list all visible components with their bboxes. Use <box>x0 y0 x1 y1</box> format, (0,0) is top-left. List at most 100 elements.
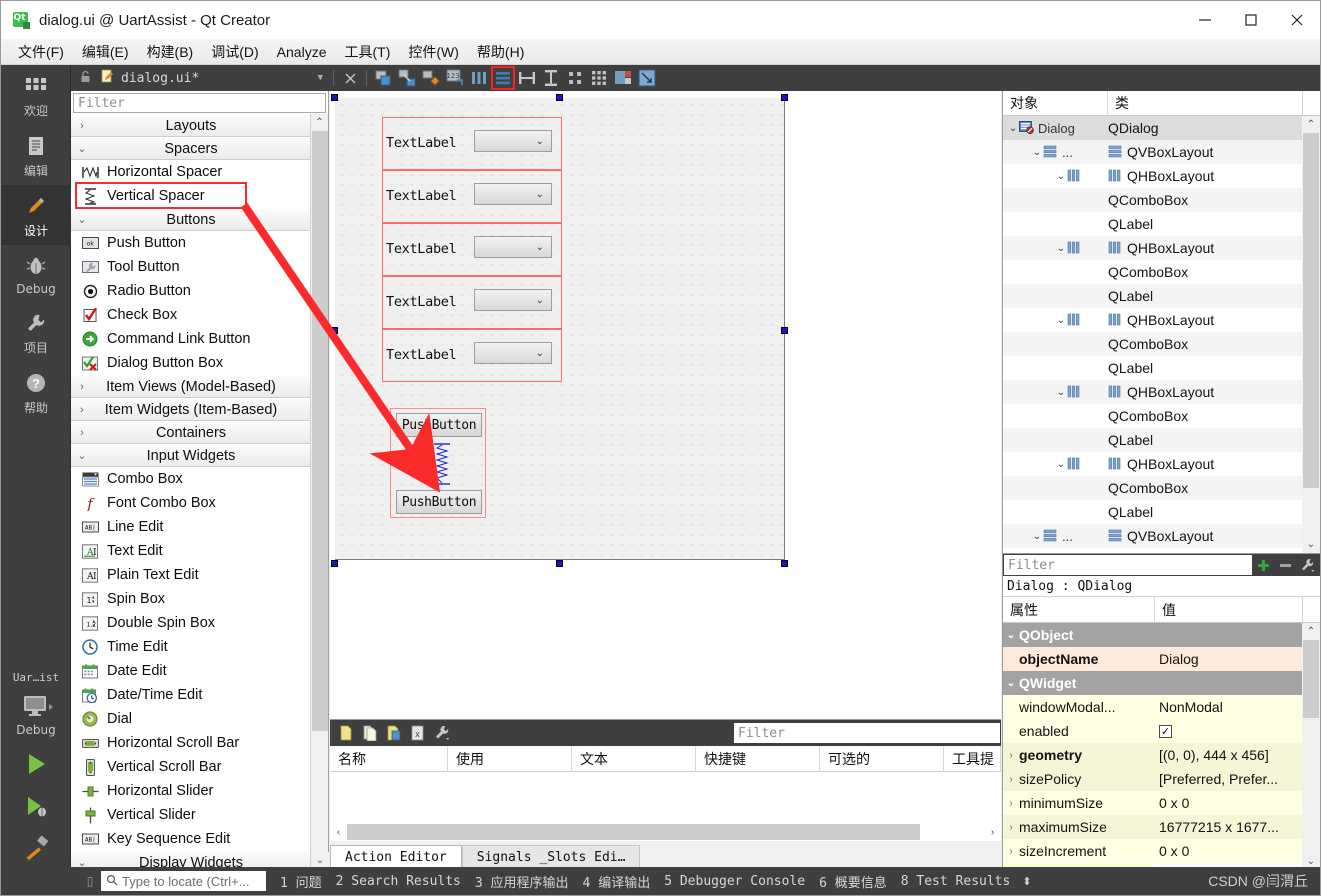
form-label-2[interactable]: TextLabel <box>386 188 457 204</box>
chevron-right-icon[interactable]: › <box>71 404 93 416</box>
column-header-text[interactable]: 文本 <box>572 746 696 771</box>
column-header-name[interactable]: 名称 <box>330 746 448 771</box>
property-row[interactable]: › geometry [(0, 0), 444 x 456] <box>1003 743 1303 767</box>
scroll-thumb[interactable] <box>312 131 328 731</box>
chevron-right-icon[interactable]: › <box>71 381 93 393</box>
scroll-thumb[interactable] <box>347 824 920 840</box>
form-label-4[interactable]: TextLabel <box>386 294 457 310</box>
layout-splitter-vertical-icon[interactable] <box>540 67 562 89</box>
widget-item-line-edit[interactable]: AB| Line Edit <box>71 515 311 539</box>
action-editor-filter-input[interactable]: Filter <box>734 723 1000 743</box>
status-entry-app-output[interactable]: 3 应用程序输出 <box>475 872 569 891</box>
form-row-3[interactable]: TextLabel ⌄ <box>382 223 562 276</box>
object-tree-row[interactable]: ⌄ QHBoxLayout <box>1003 380 1303 404</box>
column-header-shortcut[interactable]: 快捷键 <box>696 746 820 771</box>
chevron-right-icon[interactable]: › <box>1003 750 1019 761</box>
menu-widgets[interactable]: 控件(W) <box>399 39 468 65</box>
property-row[interactable]: › minimumSize 0 x 0 <box>1003 791 1303 815</box>
vertical-spacer-widget[interactable] <box>433 443 451 485</box>
chevron-down-icon[interactable]: ⌄ <box>1031 531 1043 542</box>
checkbox-checked[interactable]: ✓ <box>1159 724 1172 738</box>
chevron-right-icon[interactable]: › <box>71 120 93 132</box>
status-entry-test-results[interactable]: 8 Test Results <box>901 874 1011 889</box>
layout-vertically-icon[interactable] <box>491 66 515 90</box>
locator-input[interactable]: Type to locate (Ctrl+... <box>101 871 266 891</box>
object-inspector-tree[interactable]: ⌄ Dialog QDialog ⌄... QVBoxLayout ⌄ QHBoxLayou… <box>1003 116 1303 553</box>
object-tree-row[interactable]: ⌄... QVBoxLayout <box>1003 524 1303 548</box>
property-row[interactable]: › sizePolicy [Preferred, Prefer... <box>1003 767 1303 791</box>
widget-item-radio-button[interactable]: Radio Button <box>71 279 311 303</box>
object-tree-row[interactable]: ⌄ QHBoxLayout <box>1003 308 1303 332</box>
widget-item-font-combo-box[interactable]: f Font Combo Box <box>71 491 311 515</box>
property-row[interactable]: enabled ✓ <box>1003 719 1303 743</box>
chevron-down-icon[interactable]: ⌄ <box>1055 387 1067 398</box>
minus-icon[interactable] <box>1274 554 1296 576</box>
widget-item-dialog-button-box[interactable]: Dialog Button Box <box>71 351 311 375</box>
status-entry-search[interactable]: 2 Search Results <box>336 874 461 889</box>
maximize-button[interactable] <box>1228 1 1274 39</box>
status-entry-overview[interactable]: 6 概要信息 <box>819 872 887 891</box>
widget-group-buttons[interactable]: ⌄ Buttons <box>71 208 311 231</box>
widget-item-vertical-slider[interactable]: Vertical Slider <box>71 803 311 827</box>
object-tree-row[interactable]: ⌄ QHBoxLayout <box>1003 236 1303 260</box>
property-editor-filter-input[interactable]: Filter <box>1004 555 1252 575</box>
widget-item-vertical-spacer[interactable]: Vertical Spacer <box>71 184 311 208</box>
object-tree-row[interactable]: ⌄... QVBoxLayout <box>1003 140 1303 164</box>
status-entry-debugger[interactable]: 5 Debugger Console <box>664 874 805 889</box>
close-x-icon[interactable] <box>339 67 361 89</box>
widget-box-list[interactable]: › Layouts ⌄ Spacers Horizontal Spacer Vertica… <box>71 114 311 869</box>
object-tree-row[interactable]: ⌄ QHBoxLayout <box>1003 452 1303 476</box>
chevron-down-icon[interactable]: ⌄ <box>1055 459 1067 470</box>
mode-welcome[interactable]: 欢迎 <box>1 65 71 125</box>
property-value[interactable]: ✓ <box>1155 724 1303 738</box>
widget-item-text-edit[interactable]: A I Text Edit <box>71 539 311 563</box>
open-documents-combo[interactable]: dialog.ui* ▼ <box>71 65 329 91</box>
new-action-icon[interactable] <box>335 722 357 744</box>
widget-item-plain-text-edit[interactable]: A I Plain Text Edit <box>71 563 311 587</box>
form-combobox-1[interactable]: ⌄ <box>474 130 552 152</box>
start-debugging-button[interactable] <box>1 785 71 827</box>
run-configuration-button[interactable]: Debug <box>1 686 71 743</box>
widget-group-containers[interactable]: › Containers <box>71 421 311 444</box>
widget-group-layouts[interactable]: › Layouts <box>71 114 311 137</box>
scroll-up-icon[interactable]: ⌃ <box>1302 623 1320 640</box>
resize-handle-right[interactable] <box>781 327 788 334</box>
close-button[interactable] <box>1274 1 1320 39</box>
widget-group-spacers[interactable]: ⌄ Spacers <box>71 137 311 160</box>
paste-action-icon[interactable] <box>383 722 405 744</box>
widget-item-key-sequence-edit[interactable]: AB| Key Sequence Edit <box>71 827 311 851</box>
form-combobox-5[interactable]: ⌄ <box>474 342 552 364</box>
resize-handle-bottom[interactable] <box>556 560 563 567</box>
mode-projects[interactable]: 项目 <box>1 302 71 362</box>
object-tree-row[interactable]: QLabel <box>1003 356 1303 380</box>
column-header-class[interactable]: 类 <box>1108 91 1303 115</box>
scroll-left-icon[interactable]: ‹ <box>330 827 347 838</box>
property-value[interactable]: [Preferred, Prefer... <box>1155 771 1303 787</box>
property-value[interactable]: NonModal <box>1155 699 1303 715</box>
object-tree-row[interactable]: QComboBox <box>1003 260 1303 284</box>
copy-action-icon[interactable] <box>359 722 381 744</box>
widget-item-time-edit[interactable]: Time Edit <box>71 635 311 659</box>
widget-group-item-views-model-based[interactable]: › Item Views (Model-Based) <box>71 375 311 398</box>
form-combobox-3[interactable]: ⌄ <box>474 236 552 258</box>
form-row-5[interactable]: TextLabel ⌄ <box>382 329 562 382</box>
form-row-1[interactable]: TextLabel ⌄ <box>382 117 562 170</box>
widget-item-tool-button[interactable]: Tool Button <box>71 255 311 279</box>
widget-item-horizontal-scroll-bar[interactable]: Horizontal Scroll Bar <box>71 731 311 755</box>
layout-horizontally-icon[interactable] <box>468 67 490 89</box>
unlocked-padlock-icon[interactable] <box>79 70 92 87</box>
menu-build[interactable]: 构建(B) <box>138 39 203 65</box>
edit-tab-order-icon[interactable]: 123 <box>444 67 466 89</box>
layout-in-grid-icon[interactable] <box>588 67 610 89</box>
configure-icon[interactable] <box>431 722 453 744</box>
layout-splitter-horizontal-icon[interactable] <box>516 67 538 89</box>
status-entry-issues[interactable]: 1 问题 <box>280 872 322 891</box>
mode-debug[interactable]: Debug <box>1 245 71 302</box>
widget-item-date-edit[interactable]: Date Edit <box>71 659 311 683</box>
object-tree-row[interactable]: QComboBox <box>1003 476 1303 500</box>
resize-handle-top[interactable] <box>556 94 563 101</box>
widget-item-spin-box[interactable]: 1 Spin Box <box>71 587 311 611</box>
object-tree-row[interactable]: ⌄ QHBoxLayout <box>1003 164 1303 188</box>
up-down-arrows-icon[interactable]: ⬍ <box>1022 875 1031 888</box>
property-value[interactable]: 0 x 0 <box>1155 843 1303 859</box>
